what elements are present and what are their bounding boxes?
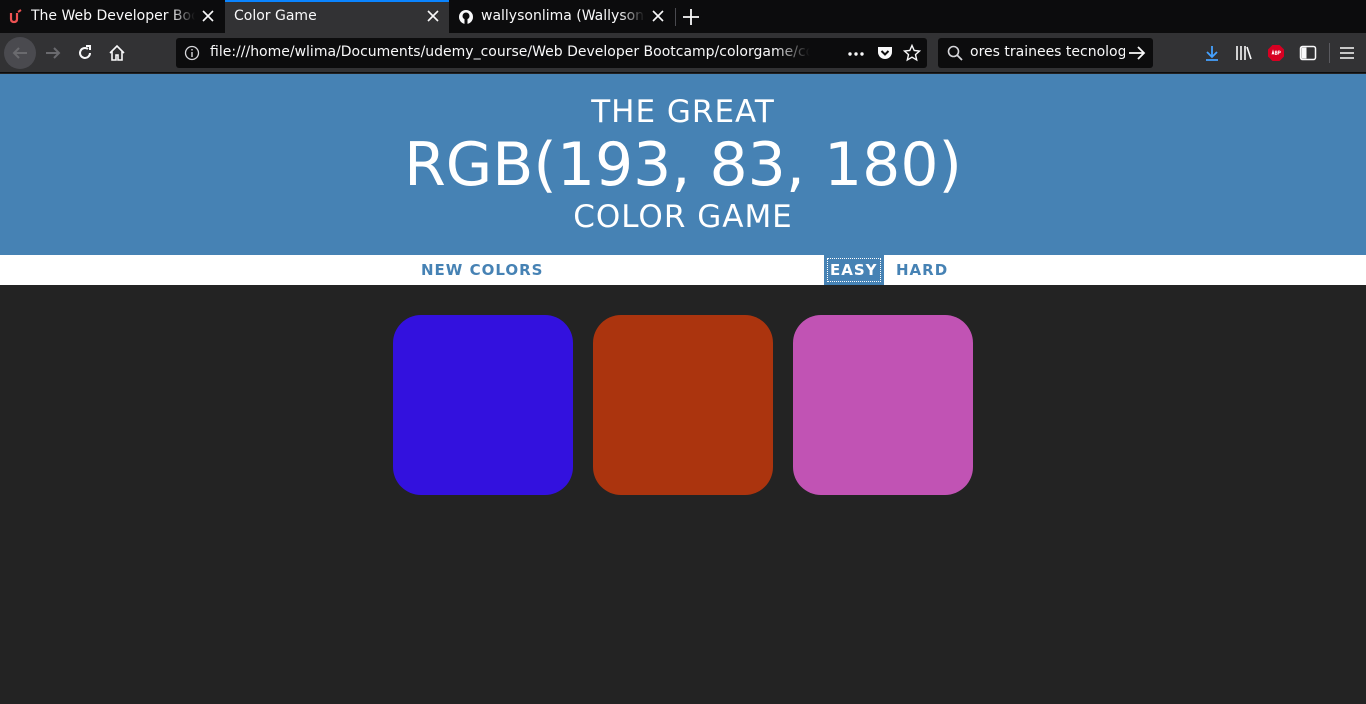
github-icon xyxy=(458,9,474,25)
search-go-arrow-icon[interactable] xyxy=(1128,45,1146,65)
game-header: The Great RGB(193, 83, 180) Color Game xyxy=(0,74,1366,255)
color-square-1[interactable] xyxy=(393,315,573,495)
tab-color-game[interactable]: Color Game xyxy=(225,0,449,33)
search-icon xyxy=(947,45,963,65)
page-content: The Great RGB(193, 83, 180) Color Game N… xyxy=(0,74,1366,704)
tab-separator xyxy=(675,8,676,26)
controls-stripe: New Colors Easy Hard xyxy=(0,255,1366,285)
target-color-display: RGB(193, 83, 180) xyxy=(404,130,962,200)
close-tab-icon[interactable] xyxy=(651,9,665,23)
hamburger-menu-icon[interactable] xyxy=(1337,43,1357,63)
reload-icon[interactable] xyxy=(69,37,101,69)
forward-icon[interactable] xyxy=(37,37,69,69)
tab-title: Color Game xyxy=(234,8,317,24)
site-info-icon[interactable] xyxy=(184,45,200,65)
close-tab-icon[interactable] xyxy=(426,9,440,23)
adblock-plus-icon[interactable] xyxy=(1266,43,1286,63)
color-square-3[interactable] xyxy=(793,315,973,495)
back-icon[interactable] xyxy=(4,37,36,69)
color-square-2[interactable] xyxy=(593,315,773,495)
download-icon[interactable] xyxy=(1202,43,1222,63)
url-bar[interactable]: file:///home/wlima/Documents/udemy_cours… xyxy=(176,38,927,68)
new-tab-icon[interactable] xyxy=(680,6,702,28)
toolbar-separator xyxy=(1329,43,1330,63)
tab-title: The Web Developer Bootcamp xyxy=(31,8,195,24)
tab-strip: The Web Developer Bootcamp Color Game wa… xyxy=(0,0,1366,33)
new-colors-button[interactable]: New Colors xyxy=(415,255,549,285)
tab-github-profile[interactable]: wallysonlima (Wallyson Lima) xyxy=(450,0,674,33)
sidebar-toggle-icon[interactable] xyxy=(1298,43,1318,63)
close-tab-icon[interactable] xyxy=(201,9,215,23)
search-input[interactable]: ores trainees tecnologia xyxy=(970,44,1125,60)
search-bar[interactable]: ores trainees tecnologia xyxy=(938,38,1153,68)
tab-title: wallysonlima (Wallyson Lima) xyxy=(481,8,645,24)
tab-web-developer-bootcamp[interactable]: The Web Developer Bootcamp xyxy=(0,0,224,33)
hard-mode-button[interactable]: Hard xyxy=(890,255,954,285)
header-line-the-great: The Great xyxy=(591,94,775,130)
page-actions-icon[interactable] xyxy=(847,46,865,65)
easy-mode-button[interactable]: Easy xyxy=(824,255,884,285)
udemy-icon xyxy=(8,9,24,25)
home-icon[interactable] xyxy=(101,37,133,69)
header-line-color-game: Color Game xyxy=(573,199,793,235)
library-icon[interactable] xyxy=(1234,43,1254,63)
pocket-icon[interactable] xyxy=(876,44,894,66)
navigation-toolbar: file:///home/wlima/Documents/udemy_cours… xyxy=(0,33,1366,73)
url-text[interactable]: file:///home/wlima/Documents/udemy_cours… xyxy=(210,44,810,60)
bookmark-star-icon[interactable] xyxy=(902,43,922,66)
